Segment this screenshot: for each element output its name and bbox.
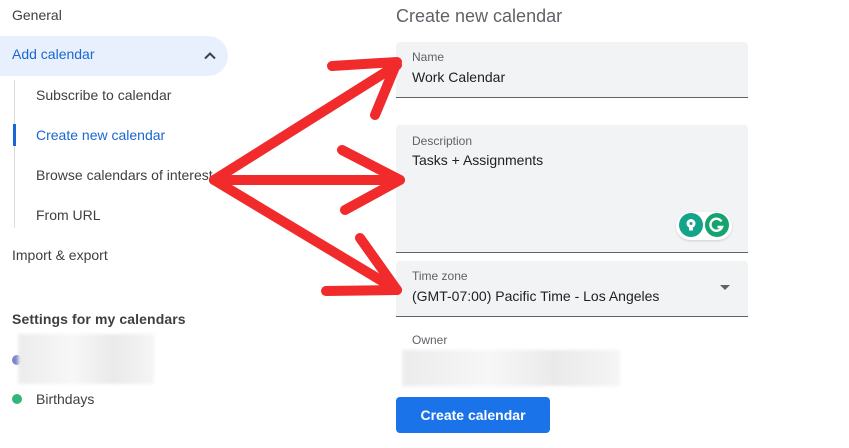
nav-add-calendar-label: Add calendar xyxy=(12,46,95,62)
create-calendar-button[interactable]: Create calendar xyxy=(396,397,550,433)
nav-add-calendar[interactable]: Add calendar xyxy=(0,36,228,76)
timezone-select[interactable]: Time zone (GMT-07:00) Pacific Time - Los… xyxy=(396,261,748,317)
page-title: Create new calendar xyxy=(396,6,563,26)
arrow-to-name-head xyxy=(327,57,402,120)
subnav-browse-calendars[interactable]: Browse calendars of interest xyxy=(36,165,213,185)
subnav-active-indicator xyxy=(13,124,16,146)
owner-label: Owner xyxy=(412,333,448,347)
description-field[interactable]: Description Tasks + Assignments xyxy=(396,125,748,253)
nav-import-export[interactable]: Import & export xyxy=(12,245,108,265)
subnav-from-url[interactable]: From URL xyxy=(36,205,101,225)
settings-sidebar: General Add calendar Subscribe to calend… xyxy=(0,0,330,448)
subnav-rail xyxy=(14,80,15,228)
chevron-up-icon[interactable] xyxy=(202,48,218,64)
description-field-value[interactable]: Tasks + Assignments xyxy=(412,152,543,168)
redacted-calendar-name xyxy=(18,334,154,384)
description-field-label: Description xyxy=(412,134,473,148)
calendar-item-birthdays[interactable]: Birthdays xyxy=(12,389,162,409)
subnav-subscribe-to-calendar[interactable]: Subscribe to calendar xyxy=(36,85,171,105)
calendar-item-redacted[interactable] xyxy=(12,334,162,384)
redacted-owner-value xyxy=(402,350,620,386)
writing-extension-icons xyxy=(676,212,732,240)
timezone-value[interactable]: (GMT-07:00) Pacific Time - Los Angeles xyxy=(412,288,659,304)
settings-my-calendars-title: Settings for my calendars xyxy=(12,311,186,327)
timezone-label: Time zone xyxy=(412,269,468,283)
calendar-color-dot xyxy=(12,394,22,404)
calendar-label: Birthdays xyxy=(36,391,95,407)
name-field-value[interactable]: Work Calendar xyxy=(412,69,505,85)
subnav-create-new-calendar[interactable]: Create new calendar xyxy=(36,125,165,145)
lightbulb-icon[interactable] xyxy=(679,213,703,237)
name-field[interactable]: Name Work Calendar xyxy=(396,42,748,98)
arrow-to-timezone-head xyxy=(321,233,402,296)
nav-general[interactable]: General xyxy=(12,5,62,25)
arrow-to-description-head xyxy=(337,145,405,215)
owner-field: Owner xyxy=(396,320,748,390)
arrow-drop-down-icon[interactable] xyxy=(720,285,730,290)
grammarly-icon[interactable] xyxy=(705,213,729,237)
name-field-label: Name xyxy=(412,50,445,64)
